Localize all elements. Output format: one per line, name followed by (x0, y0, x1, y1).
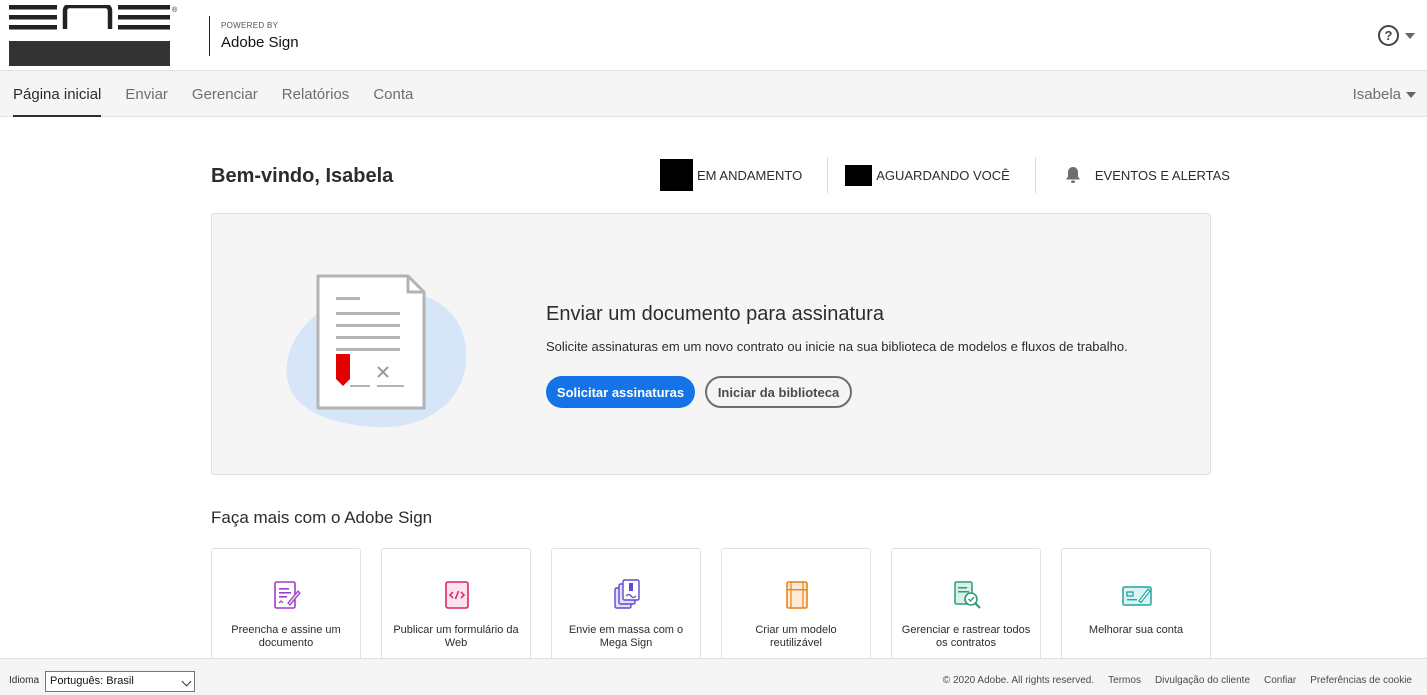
card-template-label: Criar um modelo reutilizável (755, 624, 837, 649)
hero-description: Solicite assinaturas em um novo contrato… (546, 339, 1128, 354)
footer: Idioma Português: Brasil © 2020 Adobe. A… (0, 658, 1427, 695)
powered-by-label: POWERED BY (221, 21, 279, 30)
feature-cards: Preencha e assine um documento Publicar … (211, 548, 1231, 663)
card-upgrade-account-label: Melhorar sua conta (1088, 624, 1184, 636)
company-logo: ® (9, 5, 178, 66)
mega-sign-icon (614, 579, 640, 609)
chevron-down-icon (1405, 32, 1415, 39)
events-label: EVENTOS E ALERTAS (1094, 167, 1230, 183)
welcome-title: Bem-vindo, Isabela (211, 165, 394, 187)
language-label: Idioma (9, 675, 40, 686)
tab-reports[interactable]: Relatórios (282, 71, 350, 117)
chevron-down-icon (1406, 91, 1416, 98)
upgrade-account-icon (1122, 586, 1152, 606)
copyright: © 2020 Adobe. All rights reserved. (942, 675, 1095, 686)
template-icon (786, 581, 808, 609)
status-waiting-for-you[interactable]: AGUARDANDO VOCÊ (845, 157, 1010, 193)
language-selected-value: Português: Brasil (50, 675, 134, 687)
start-from-library-button[interactable]: Iniciar da biblioteca (705, 376, 852, 408)
user-menu[interactable]: Isabela (1353, 86, 1416, 103)
language-select[interactable]: Português: Brasil (45, 671, 195, 692)
card-fill-and-sign-label: Preencha e assine um documento (231, 624, 341, 649)
bell-icon (1065, 167, 1080, 183)
powered-by-adobe-sign: POWERED BY Adobe Sign (209, 16, 299, 56)
help-circle-icon[interactable]: ? (1378, 25, 1399, 46)
product-name: Adobe Sign (221, 34, 299, 51)
in-progress-label: EM ANDAMENTO (697, 167, 803, 183)
user-name[interactable]: Isabela (1353, 86, 1401, 103)
card-web-form[interactable]: Publicar um formulário da Web (381, 548, 531, 663)
footer-link-cookie-preferences[interactable]: Preferências de cookie (1310, 675, 1412, 686)
header: ® POWERED BY Adobe Sign ? (0, 0, 1427, 71)
tab-home[interactable]: Página inicial (13, 71, 102, 117)
more-section-title: Faça mais com o Adobe Sign (211, 508, 433, 527)
waiting-count (845, 164, 873, 186)
track-contracts-icon (954, 581, 981, 609)
divider (827, 157, 829, 193)
tab-account[interactable]: Conta (373, 71, 413, 117)
card-web-form-label: Publicar um formulário da Web (393, 624, 519, 649)
svg-text:®: ® (172, 6, 178, 14)
card-mega-sign-label: Envie em massa com o Mega Sign (568, 624, 684, 649)
footer-link-terms[interactable]: Termos (1108, 675, 1141, 686)
document-signature-illustration (286, 274, 467, 428)
card-upgrade-account[interactable]: Melhorar sua conta (1061, 548, 1211, 663)
divider (1034, 157, 1036, 193)
footer-link-trust[interactable]: Confiar (1264, 675, 1296, 686)
help-menu[interactable]: ? (1378, 25, 1415, 46)
page: ® POWERED BY Adobe Sign ? Página inicial… (0, 0, 1427, 695)
card-template[interactable]: Criar um modelo reutilizável (721, 548, 871, 663)
status-row: EM ANDAMENTO AGUARDANDO VOCÊ EVENTOS E A… (660, 157, 1230, 193)
card-fill-and-sign[interactable]: Preencha e assine um documento (211, 548, 361, 663)
status-in-progress[interactable]: EM ANDAMENTO (660, 157, 802, 193)
card-track-contracts[interactable]: Gerenciar e rastrear todos os contratos (891, 548, 1041, 663)
footer-links: © 2020 Adobe. All rights reserved. Termo… (943, 675, 1412, 686)
hero-title: Enviar um documento para assinatura (546, 303, 884, 325)
status-events-alerts[interactable]: EVENTOS E ALERTAS (1053, 157, 1230, 193)
nav-tabs: Página inicial Enviar Gerenciar Relatóri… (13, 71, 437, 117)
chevron-down-icon (181, 676, 192, 687)
card-track-contracts-label: Gerenciar e rastrear todos os contratos (901, 624, 1031, 649)
footer-link-customer-disclosure[interactable]: Divulgação do cliente (1155, 675, 1250, 686)
tab-send[interactable]: Enviar (125, 71, 168, 117)
fill-sign-icon (274, 581, 301, 609)
waiting-label: AGUARDANDO VOCÊ (876, 167, 1010, 183)
in-progress-count (660, 159, 693, 191)
main-nav: Página inicial Enviar Gerenciar Relatóri… (0, 71, 1427, 117)
tab-manage[interactable]: Gerenciar (192, 71, 258, 117)
send-document-card: Enviar um documento para assinatura Soli… (211, 213, 1211, 475)
web-form-icon (445, 581, 469, 609)
request-signatures-button[interactable]: Solicitar assinaturas (546, 376, 695, 408)
card-mega-sign[interactable]: Envie em massa com o Mega Sign (551, 548, 701, 663)
